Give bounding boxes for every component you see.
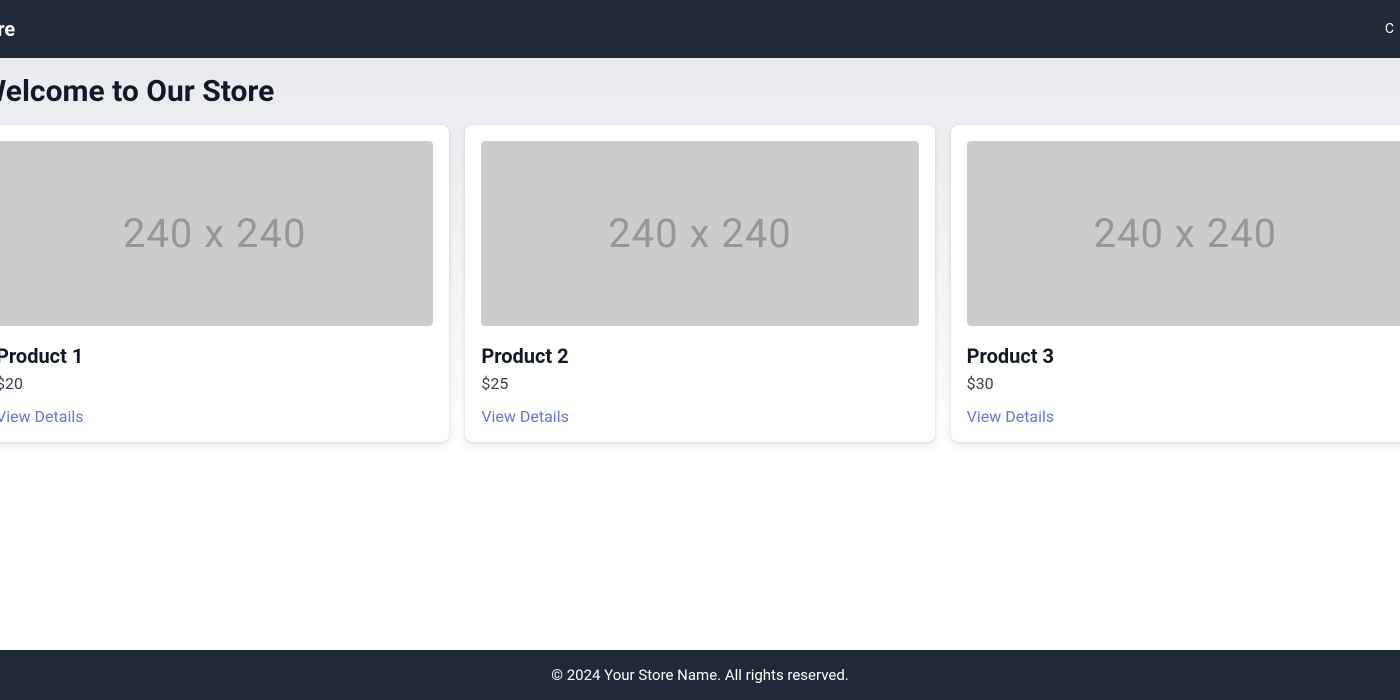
product-image-placeholder: 240 x 240 (967, 141, 1400, 326)
cart-link[interactable]: C (1385, 21, 1394, 37)
placeholder-text: 240 x 240 (608, 210, 792, 257)
product-title: Product 1 (0, 344, 433, 368)
navbar-brand[interactable]: ore (0, 17, 15, 41)
product-image-placeholder: 240 x 240 (0, 141, 433, 326)
footer: © 2024 Your Store Name. All rights reser… (0, 650, 1400, 700)
page-title: Welcome to Our Store (0, 58, 1400, 125)
view-details-link[interactable]: View Details (481, 407, 918, 426)
product-card: 240 x 240 Product 1 $20 View Details (0, 125, 449, 442)
main-content: Welcome to Our Store 240 x 240 Product 1… (0, 58, 1400, 650)
product-title: Product 3 (967, 344, 1400, 368)
view-details-link[interactable]: View Details (967, 407, 1400, 426)
product-grid: 240 x 240 Product 1 $20 View Details 240… (0, 125, 1400, 442)
view-details-link[interactable]: View Details (0, 407, 433, 426)
navbar: ore C (0, 0, 1400, 58)
footer-text: © 2024 Your Store Name. All rights reser… (551, 666, 849, 684)
product-price: $25 (481, 374, 918, 393)
product-card: 240 x 240 Product 3 $30 View Details (951, 125, 1400, 442)
product-card: 240 x 240 Product 2 $25 View Details (465, 125, 934, 442)
placeholder-text: 240 x 240 (123, 210, 307, 257)
product-price: $20 (0, 374, 433, 393)
product-title: Product 2 (481, 344, 918, 368)
product-price: $30 (967, 374, 1400, 393)
product-image-placeholder: 240 x 240 (481, 141, 918, 326)
placeholder-text: 240 x 240 (1094, 210, 1278, 257)
